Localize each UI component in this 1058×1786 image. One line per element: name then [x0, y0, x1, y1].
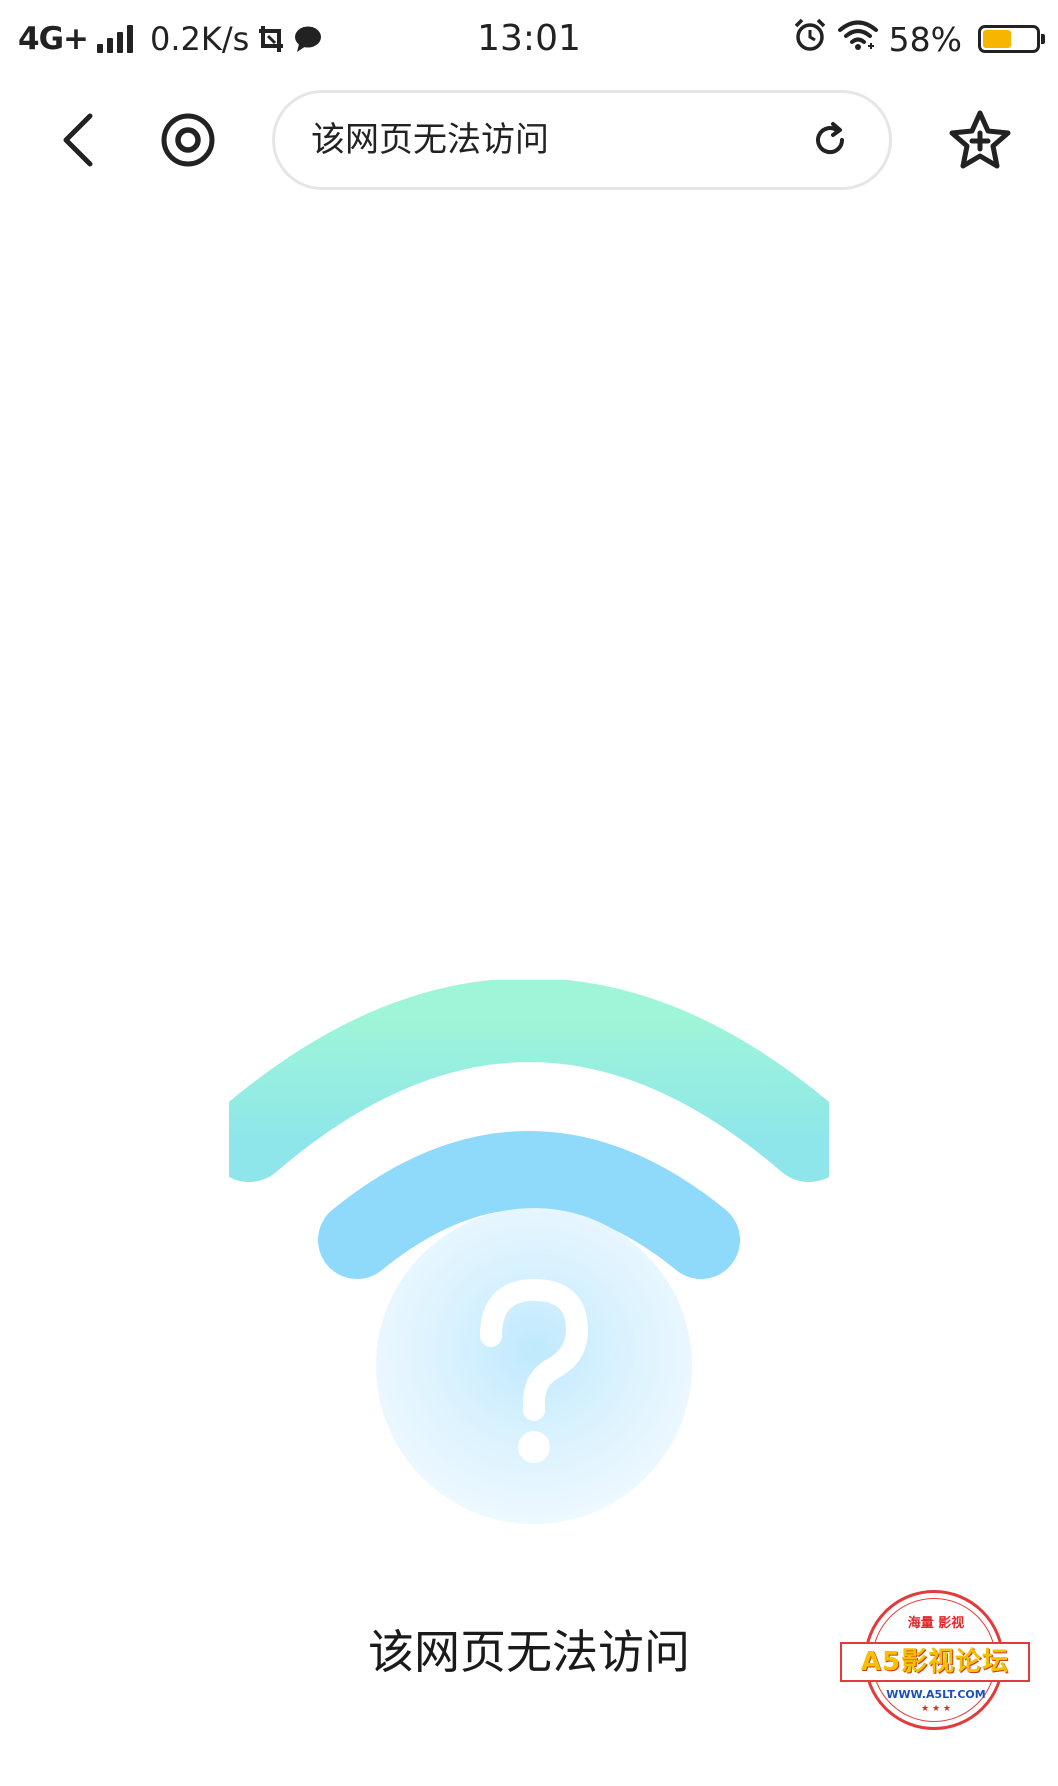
- watermark-banner: A5影视论坛: [840, 1642, 1030, 1682]
- status-bar: 4G+ 0.2K/s 13:01 58%: [0, 0, 1058, 78]
- watermark-stamp: 海量 影视 A5影视论坛 WWW.A5LT.COM ★ ★ ★: [836, 1588, 1036, 1748]
- star-plus-icon: [949, 110, 1011, 169]
- browser-toolbar: 该网页无法访问: [0, 78, 1058, 202]
- reload-icon: [816, 122, 845, 155]
- alarm-icon: [793, 18, 827, 60]
- watermark-stars: ★ ★ ★: [921, 1704, 951, 1714]
- wifi-question-icon: [229, 980, 829, 1524]
- battery-icon: [978, 25, 1045, 53]
- back-button[interactable]: [40, 102, 116, 178]
- reload-button[interactable]: [805, 115, 855, 165]
- back-arrow-icon: [63, 113, 93, 167]
- target-icon: [161, 113, 215, 167]
- target-button[interactable]: [150, 102, 226, 178]
- wifi-icon: [837, 19, 879, 59]
- favorite-button[interactable]: [942, 102, 1018, 178]
- battery-percent: 58%: [888, 19, 962, 59]
- address-bar[interactable]: 该网页无法访问: [272, 90, 892, 190]
- no-connection-illustration: [229, 980, 829, 1540]
- watermark-url: WWW.A5LT.COM: [886, 1688, 986, 1701]
- battery-level: [983, 30, 1012, 48]
- status-bar-right: 58%: [793, 14, 1045, 64]
- watermark-top-label: 海量 影视: [907, 1616, 965, 1631]
- watermark-top-text: 海量 影视: [836, 1612, 1036, 1631]
- address-text: 该网页无法访问: [311, 120, 549, 160]
